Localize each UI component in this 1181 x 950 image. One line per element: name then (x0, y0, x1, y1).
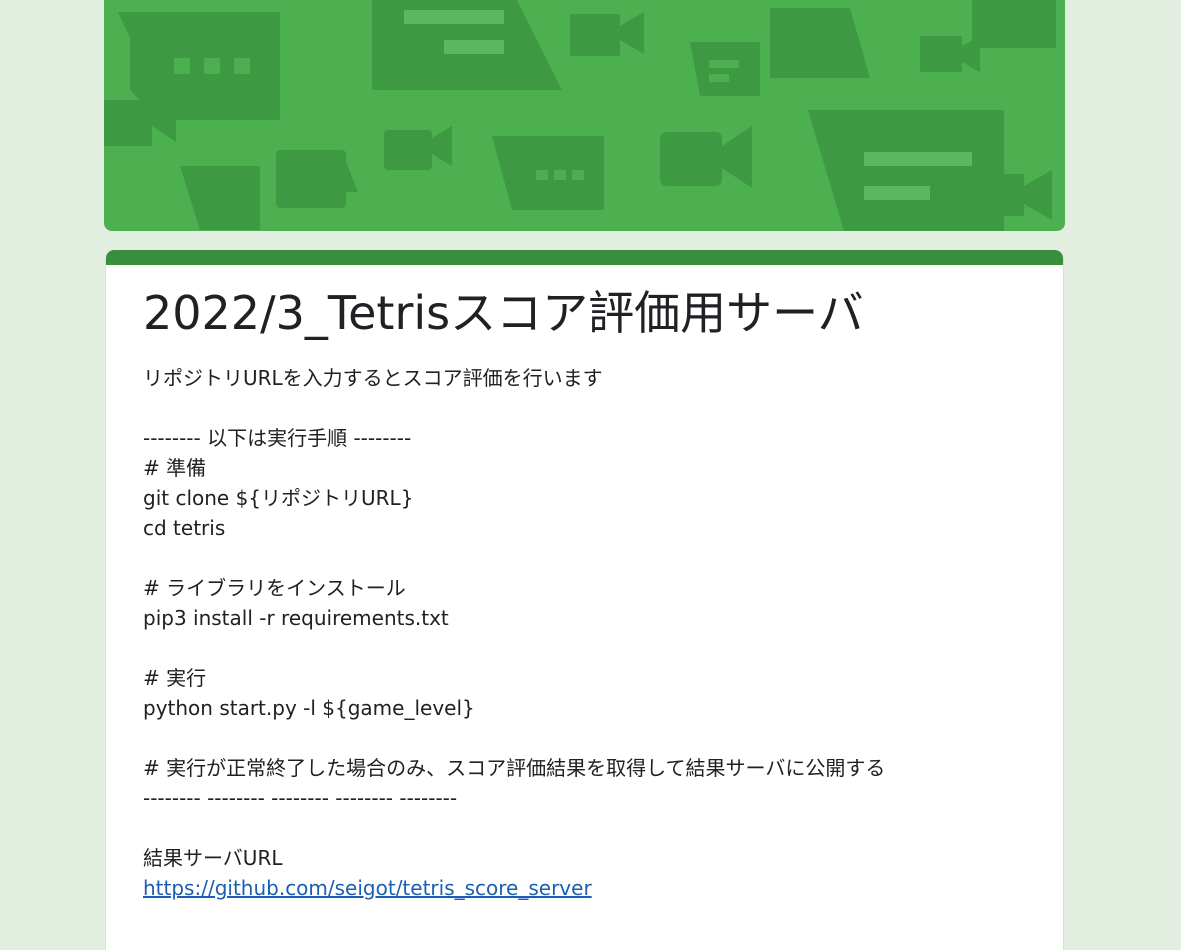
description-line: # 実行が正常終了した場合のみ、スコア評価結果を取得して結果サーバに公開する (143, 756, 886, 780)
form-description: リポジトリURLを入力するとスコア評価を行います -------- 以下は実行手… (143, 363, 1033, 903)
description-line (143, 633, 1033, 663)
description-line: git clone ${リポジトリURL} (143, 486, 414, 510)
description-line (143, 813, 1033, 843)
description-line: pip3 install -r requirements.txt (143, 606, 449, 630)
description-line: # ライブラリをインストール (143, 576, 406, 600)
description-line: # 準備 (143, 456, 207, 480)
description-line: python start.py -l ${game_level} (143, 696, 475, 720)
form-title: 2022/3_Tetrisスコア評価用サーバ (143, 286, 864, 340)
description-line (143, 723, 1033, 753)
form-title-card: 2022/3_Tetrisスコア評価用サーバ リポジトリURLを入力するとスコア… (105, 250, 1064, 950)
chat-pattern-illustration (104, 0, 1056, 231)
description-line: 結果サーバURL (143, 846, 283, 870)
form-header-banner (104, 0, 1065, 231)
description-line: -------- 以下は実行手順 -------- (143, 426, 412, 450)
accent-bar (106, 250, 1063, 265)
description-line: リポジトリURLを入力するとスコア評価を行います (143, 366, 603, 390)
result-server-link[interactable]: https://github.com/seigot/tetris_score_s… (143, 873, 1033, 903)
description-line (143, 543, 1033, 573)
description-line (143, 393, 1033, 423)
description-line: # 実行 (143, 666, 207, 690)
description-line: cd tetris (143, 516, 226, 540)
description-line: -------- -------- -------- -------- ----… (143, 786, 458, 810)
